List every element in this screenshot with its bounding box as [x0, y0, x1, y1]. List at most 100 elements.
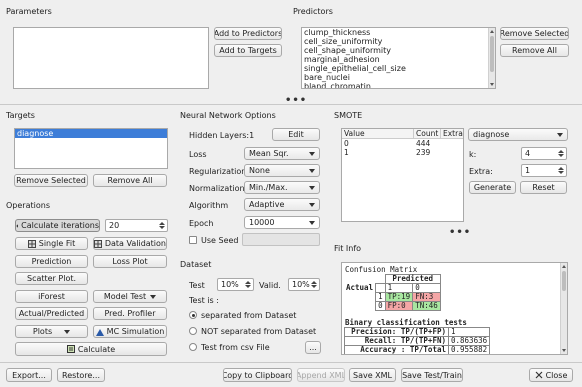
- test-from-csv-label: Test from csv File: [201, 343, 270, 352]
- spin-down-icon[interactable]: [558, 154, 564, 157]
- seed-input[interactable]: [242, 233, 320, 246]
- list-item[interactable]: single_epithelial_cell_size: [302, 64, 495, 73]
- iforest-button[interactable]: iForest: [15, 290, 88, 303]
- list-item[interactable]: bland_chromatin: [302, 82, 495, 88]
- export-button[interactable]: Export...: [6, 368, 52, 382]
- use-seed-checkbox[interactable]: [189, 236, 197, 244]
- list-item[interactable]: clump_thickness: [302, 28, 495, 37]
- save-xml-button[interactable]: Save XML: [349, 368, 396, 382]
- valid-percent-spinbox[interactable]: 10%: [288, 278, 320, 291]
- restore-button[interactable]: Restore...: [57, 368, 105, 382]
- remove-selected-targets-button[interactable]: Remove Selected: [14, 174, 88, 187]
- spin-up-icon[interactable]: [558, 150, 564, 153]
- spin-down-icon[interactable]: [311, 285, 317, 288]
- loss-label: Loss: [189, 150, 207, 159]
- k-spinbox[interactable]: 4: [521, 147, 567, 160]
- table-cell: 444: [416, 139, 431, 148]
- spin-up-icon[interactable]: [245, 281, 251, 284]
- data-validation-button[interactable]: Data Validation: [93, 237, 167, 250]
- binary-tests-title: Binary classification tests: [345, 318, 467, 327]
- plots-button[interactable]: Plots: [15, 325, 88, 338]
- browse-csv-button[interactable]: ...: [305, 341, 321, 354]
- table-cell: 0: [344, 139, 349, 148]
- column-header[interactable]: Value: [342, 129, 414, 138]
- accuracy-label: Accuracy : TP/Total: [344, 345, 449, 354]
- actual-predicted-button[interactable]: Actual/Predicted: [15, 307, 88, 320]
- pred-profiler-button[interactable]: Pred. Profiler: [93, 307, 167, 320]
- separated-radio[interactable]: [189, 311, 197, 319]
- prediction-button[interactable]: Prediction: [15, 255, 88, 268]
- loss-select[interactable]: Mean Sqr.: [244, 147, 320, 160]
- column-header[interactable]: Extra: [441, 129, 463, 138]
- generate-button[interactable]: Generate: [469, 181, 516, 194]
- loss-plot-button[interactable]: Loss Plot: [93, 255, 167, 268]
- save-test-train-button[interactable]: Save Test/Train: [401, 368, 463, 382]
- remove-all-targets-button[interactable]: Remove All: [93, 174, 167, 187]
- list-item[interactable]: bare_nuclei: [302, 73, 495, 82]
- mc-simulation-label: MC Simulation: [106, 327, 165, 336]
- close-button[interactable]: Close: [529, 368, 573, 382]
- not-separated-radio[interactable]: [189, 327, 197, 335]
- add-to-targets-button[interactable]: Add to Targets: [214, 44, 282, 57]
- smote-target-value: diagnose: [473, 130, 510, 139]
- scatter-plot-button[interactable]: Scatter Plot.: [15, 272, 88, 285]
- parameters-list[interactable]: [13, 27, 209, 89]
- calculate-button[interactable]: Calculate: [15, 342, 167, 356]
- algorithm-select[interactable]: Adaptive: [244, 198, 320, 211]
- model-test-button[interactable]: Model Test: [93, 290, 167, 303]
- add-to-predictors-button[interactable]: Add to Predictors: [214, 27, 282, 40]
- epoch-select[interactable]: 10000: [244, 216, 320, 229]
- operations-title: Operations: [6, 201, 50, 210]
- table-row[interactable]: 1 239: [342, 148, 463, 157]
- plots-label: Plots: [32, 327, 53, 336]
- spin-up-icon[interactable]: [311, 281, 317, 284]
- normalization-value: Min./Max.: [249, 183, 288, 192]
- spin-up-icon[interactable]: [558, 167, 564, 170]
- actual-header: Actual: [346, 283, 374, 292]
- remove-selected-predictors-button[interactable]: Remove Selected: [500, 27, 569, 40]
- edit-hidden-layers-button[interactable]: Edit: [272, 128, 320, 141]
- append-xml-button[interactable]: Append XML: [297, 368, 345, 382]
- predictors-list[interactable]: clump_thickness cell_size_uniformity cel…: [301, 27, 496, 89]
- list-item[interactable]: cell_size_uniformity: [302, 37, 495, 46]
- predictors-scrollbar[interactable]: [488, 28, 495, 88]
- iterations-spinbox[interactable]: 20: [105, 219, 168, 232]
- smote-target-select[interactable]: diagnose: [468, 128, 568, 141]
- list-item[interactable]: marginal_adhesion: [302, 55, 495, 64]
- spin-down-icon[interactable]: [558, 171, 564, 174]
- use-seed-label: Use Seed: [201, 236, 239, 245]
- calculate-iterations-button[interactable]: Calculate iterations: [15, 219, 100, 232]
- remove-all-predictors-button[interactable]: Remove All: [500, 44, 569, 57]
- targets-title: Targets: [6, 111, 35, 120]
- hidden-layers-label: Hidden Layers:1: [189, 131, 255, 140]
- regularization-select[interactable]: None: [244, 164, 320, 177]
- epoch-label: Epoch: [189, 219, 214, 228]
- not-separated-label: NOT separated from Dataset: [201, 327, 317, 336]
- spin-down-icon[interactable]: [159, 226, 165, 229]
- fit-info-scrollbar[interactable]: [560, 263, 567, 354]
- list-item[interactable]: cell_shape_uniformity: [302, 46, 495, 55]
- table-row[interactable]: 0 444: [342, 139, 463, 148]
- test-percent-spinbox[interactable]: 10%: [217, 278, 254, 291]
- close-label: Close: [545, 370, 568, 380]
- extra-spinbox[interactable]: 1: [521, 164, 567, 177]
- predicted-header: Predicted: [384, 274, 441, 284]
- single-fit-button[interactable]: Single Fit: [15, 237, 88, 250]
- chevron-down-icon: [309, 220, 315, 225]
- grid-icon: [94, 239, 102, 248]
- test-from-csv-radio[interactable]: [189, 343, 197, 351]
- column-header[interactable]: Count: [414, 129, 441, 138]
- fit-info-panel[interactable]: Confusion Matrix Predicted Actual 1 0 1 …: [341, 262, 568, 355]
- splitter-handle-right[interactable]: •••: [449, 227, 471, 238]
- reset-button[interactable]: Reset: [520, 181, 567, 194]
- mc-simulation-button[interactable]: MC Simulation: [93, 325, 167, 338]
- list-item[interactable]: diagnose: [15, 129, 167, 138]
- regularization-value: None: [249, 166, 270, 175]
- spin-up-icon[interactable]: [159, 222, 165, 225]
- extra-value: 1: [525, 166, 531, 175]
- targets-list[interactable]: diagnose: [14, 128, 168, 169]
- spin-down-icon[interactable]: [245, 285, 251, 288]
- normalization-select[interactable]: Min./Max.: [244, 181, 320, 194]
- smote-table[interactable]: Value Count Extra 0 444 1 239: [341, 128, 464, 222]
- copy-to-clipboard-button[interactable]: Copy to Clipboard: [223, 368, 292, 382]
